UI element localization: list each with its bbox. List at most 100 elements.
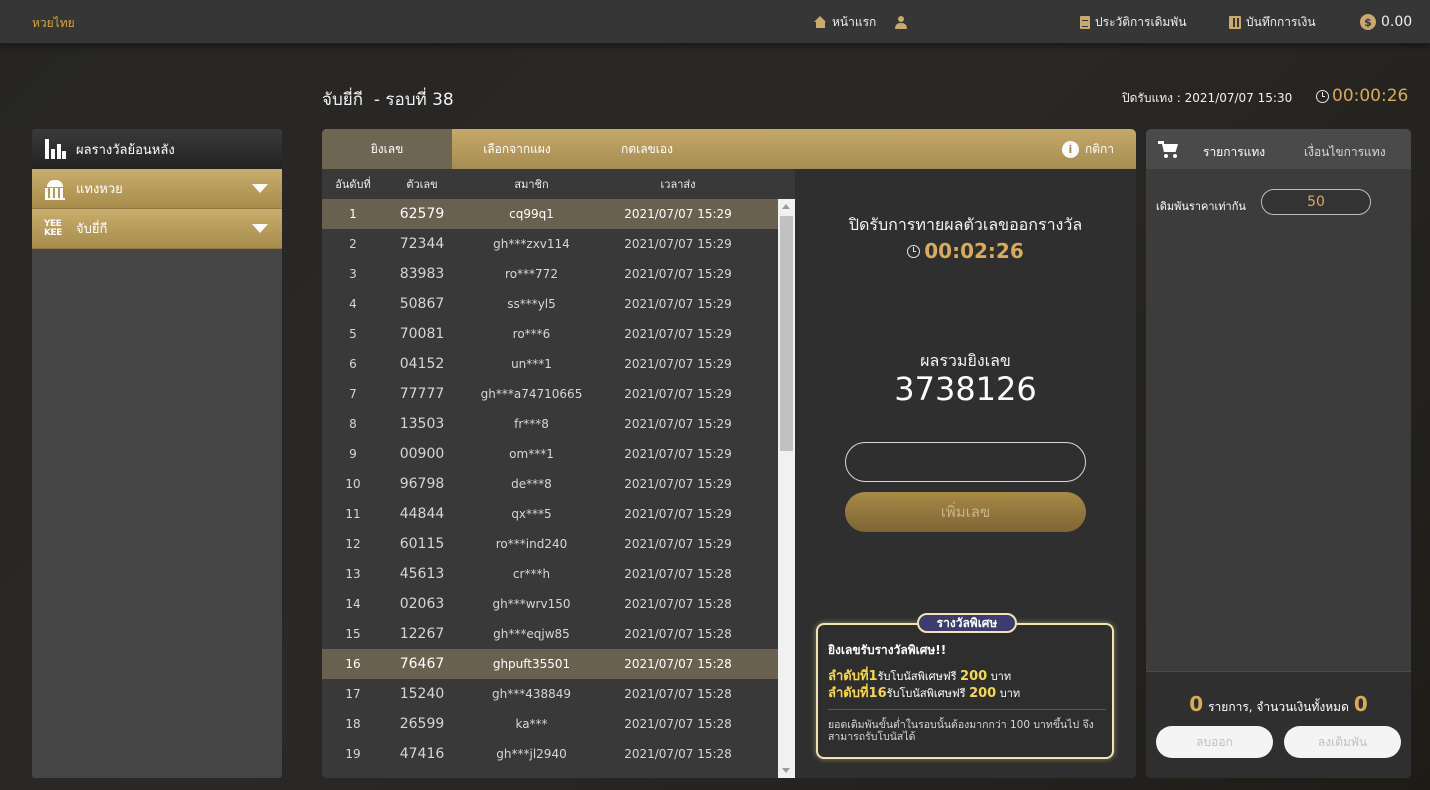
row-time: 2021/07/07 15:29 xyxy=(624,537,732,551)
close-timer: 00:02:26 xyxy=(795,239,1136,263)
nav-history-label: ประวัติการเดิมพัน xyxy=(1095,14,1187,29)
row-rank: 14 xyxy=(345,597,361,611)
add-number-button[interactable]: เพิ่มเลข xyxy=(845,492,1086,532)
row-number: 26599 xyxy=(399,716,445,732)
row-rank: 8 xyxy=(349,417,357,431)
cart-count: 0 xyxy=(1189,692,1204,716)
table-row[interactable]: 6 04152 un***1 2021/07/07 15:29 xyxy=(322,349,778,379)
table-row[interactable]: 2 72344 gh***zxv114 2021/07/07 15:29 xyxy=(322,229,778,259)
table-row[interactable]: 14 02063 gh***wrv150 2021/07/07 15:28 xyxy=(322,589,778,619)
row-time: 2021/07/07 15:28 xyxy=(624,627,732,641)
row-time: 2021/07/07 15:28 xyxy=(624,687,732,701)
yeekee-logo-icon: YEE KEE xyxy=(44,218,62,238)
nav-user-link[interactable] xyxy=(895,12,907,32)
row-rank: 1 xyxy=(349,207,357,221)
sidebar-results-history[interactable]: ผลรางวัลย้อนหลัง xyxy=(32,129,282,169)
table-scrollbar[interactable] xyxy=(778,199,795,778)
table-row[interactable]: 11 44844 qx***5 2021/07/07 15:29 xyxy=(322,499,778,529)
row-time: 2021/07/07 15:29 xyxy=(624,357,732,371)
user-icon xyxy=(895,15,907,29)
bonus-title: ยิงเลขรับรางวัลพิเศษ!! xyxy=(828,643,947,657)
shoot-number-input[interactable] xyxy=(845,442,1086,482)
row-member: ro***ind240 xyxy=(495,537,568,551)
same-price-input[interactable] xyxy=(1261,189,1371,215)
nav-finance-link[interactable]: บันทึกการเงิน xyxy=(1229,12,1316,32)
row-time: 2021/07/07 15:29 xyxy=(624,417,732,431)
nav-finance-label: บันทึกการเงิน xyxy=(1246,14,1316,29)
table-row[interactable]: 16 76467 ghpuft35501 2021/07/07 15:28 xyxy=(322,649,778,679)
top-nav-bar: หวยไทย หน้าแรก ประวัติการเดิมพัน บันทึกก… xyxy=(0,0,1430,44)
row-member: qx***5 xyxy=(511,507,552,521)
table-row[interactable]: 4 50867 ss***yl5 2021/07/07 15:29 xyxy=(322,289,778,319)
header-rank: อันดับที่ xyxy=(335,178,371,191)
table-row[interactable]: 7 77777 gh***a74710665 2021/07/07 15:29 xyxy=(322,379,778,409)
row-member: fr***8 xyxy=(514,417,549,431)
table-row[interactable]: 15 12267 gh***eqjw85 2021/07/07 15:28 xyxy=(322,619,778,649)
table-row[interactable]: 17 15240 gh***438849 2021/07/07 15:28 xyxy=(322,679,778,709)
row-rank: 18 xyxy=(345,717,361,731)
sidebar-item-label: แทงหวย xyxy=(76,182,123,197)
row-number: 72344 xyxy=(399,236,445,252)
tab-shoot-number[interactable]: ยิงเลข xyxy=(322,129,452,169)
nav-home-link[interactable]: หน้าแรก xyxy=(814,12,876,32)
row-member: om***1 xyxy=(509,447,554,461)
table-row[interactable]: 5 70081 ro***6 2021/07/07 15:29 xyxy=(322,319,778,349)
row-number: 47416 xyxy=(399,746,445,762)
tab-bar: ยิงเลข เลือกจากแผง กดเลขเอง i กติกา xyxy=(322,129,1136,169)
row-number: 44844 xyxy=(399,506,445,522)
table-row[interactable]: 8 13503 fr***8 2021/07/07 15:29 xyxy=(322,409,778,439)
sidebar-item-lottery[interactable]: แทงหวย xyxy=(32,169,282,209)
table-row[interactable]: 19 47416 gh***jl2940 2021/07/07 15:28 xyxy=(322,739,778,769)
cart-total: 0 xyxy=(1353,692,1368,716)
bar-chart-icon xyxy=(44,139,66,159)
brand-logo[interactable]: หวยไทย xyxy=(32,14,75,33)
table-row[interactable]: 18 26599 ka*** 2021/07/07 15:28 xyxy=(322,709,778,739)
row-member: gh***438849 xyxy=(491,687,572,701)
bonus-note: ยอดเดิมพันขั้นต่ำในรอบนั้นต้องมากกว่า 10… xyxy=(828,719,1094,743)
row-time: 2021/07/07 15:29 xyxy=(624,387,732,401)
tab-manual-entry[interactable]: กดเลขเอง xyxy=(582,129,712,169)
home-icon xyxy=(814,16,827,28)
row-member: ro***772 xyxy=(505,267,558,281)
table-row[interactable]: 10 96798 de***8 2021/07/07 15:29 xyxy=(322,469,778,499)
table-row[interactable]: 13 45613 cr***h 2021/07/07 15:28 xyxy=(322,559,778,589)
nav-bet-history-link[interactable]: ประวัติการเดิมพัน xyxy=(1080,12,1186,32)
tab-bet-conditions[interactable]: เงื่อนไขการแทง xyxy=(1304,143,1386,162)
clock-icon xyxy=(1316,89,1329,103)
table-row[interactable]: 1 62579 cq99q1 2021/07/07 15:29 xyxy=(322,199,778,229)
page-title: จับยี่กี - รอบที่ 38 xyxy=(322,90,454,110)
sidebar-item-yeekee[interactable]: YEE KEE จับยี่กี xyxy=(32,209,282,249)
row-number: 77777 xyxy=(399,386,445,402)
rules-link[interactable]: i กติกา xyxy=(1061,140,1114,159)
table-body[interactable]: 1 62579 cq99q1 2021/07/07 15:29 2 72344 gh***z… xyxy=(322,199,778,778)
table-row[interactable]: 3 83983 ro***772 2021/07/07 15:29 xyxy=(322,259,778,289)
clear-button[interactable]: ลบออก xyxy=(1156,726,1273,758)
place-bet-button[interactable]: ลงเดิมพัน xyxy=(1284,726,1401,758)
bet-cart-panel: รายการแทง เงื่อนไขการแทง เดิมพันราคาเท่า… xyxy=(1146,129,1411,778)
row-rank: 5 xyxy=(349,327,357,341)
scroll-up-icon[interactable] xyxy=(782,204,790,209)
cart-summary: 0 รายการ, จำนวนเงินทั้งหมด 0 xyxy=(1146,692,1411,717)
bonus-unit-2: บาท xyxy=(999,687,1021,700)
row-member: gh***jl2940 xyxy=(496,747,567,761)
same-price-label: เดิมพันราคาเท่ากัน xyxy=(1156,200,1246,213)
tab-bet-list[interactable]: รายการแทง xyxy=(1203,143,1265,162)
header-time: เวลาส่ง xyxy=(660,178,696,191)
nav-balance[interactable]: $ 0.00 xyxy=(1360,12,1412,32)
row-member: ss***yl5 xyxy=(507,297,556,311)
row-member: cr***h xyxy=(512,567,551,581)
table-row[interactable]: 9 00900 om***1 2021/07/07 15:29 xyxy=(322,439,778,469)
scroll-down-icon[interactable] xyxy=(782,768,790,773)
row-number: 04152 xyxy=(399,356,445,372)
table-row[interactable]: 12 60115 ro***ind240 2021/07/07 15:29 xyxy=(322,529,778,559)
row-rank: 3 xyxy=(349,267,357,281)
tab-select-from-panel[interactable]: เลือกจากแผง xyxy=(452,129,582,169)
row-rank: 17 xyxy=(345,687,361,701)
scroll-thumb[interactable] xyxy=(780,216,793,451)
row-member: cq99q1 xyxy=(509,207,554,221)
cart-summary-label: รายการ, จำนวนเงินทั้งหมด xyxy=(1208,700,1349,714)
row-rank: 16 xyxy=(345,657,361,671)
header-member: สมาชิก xyxy=(514,178,549,191)
row-time: 2021/07/07 15:28 xyxy=(624,657,732,671)
row-time: 2021/07/07 15:29 xyxy=(624,327,732,341)
